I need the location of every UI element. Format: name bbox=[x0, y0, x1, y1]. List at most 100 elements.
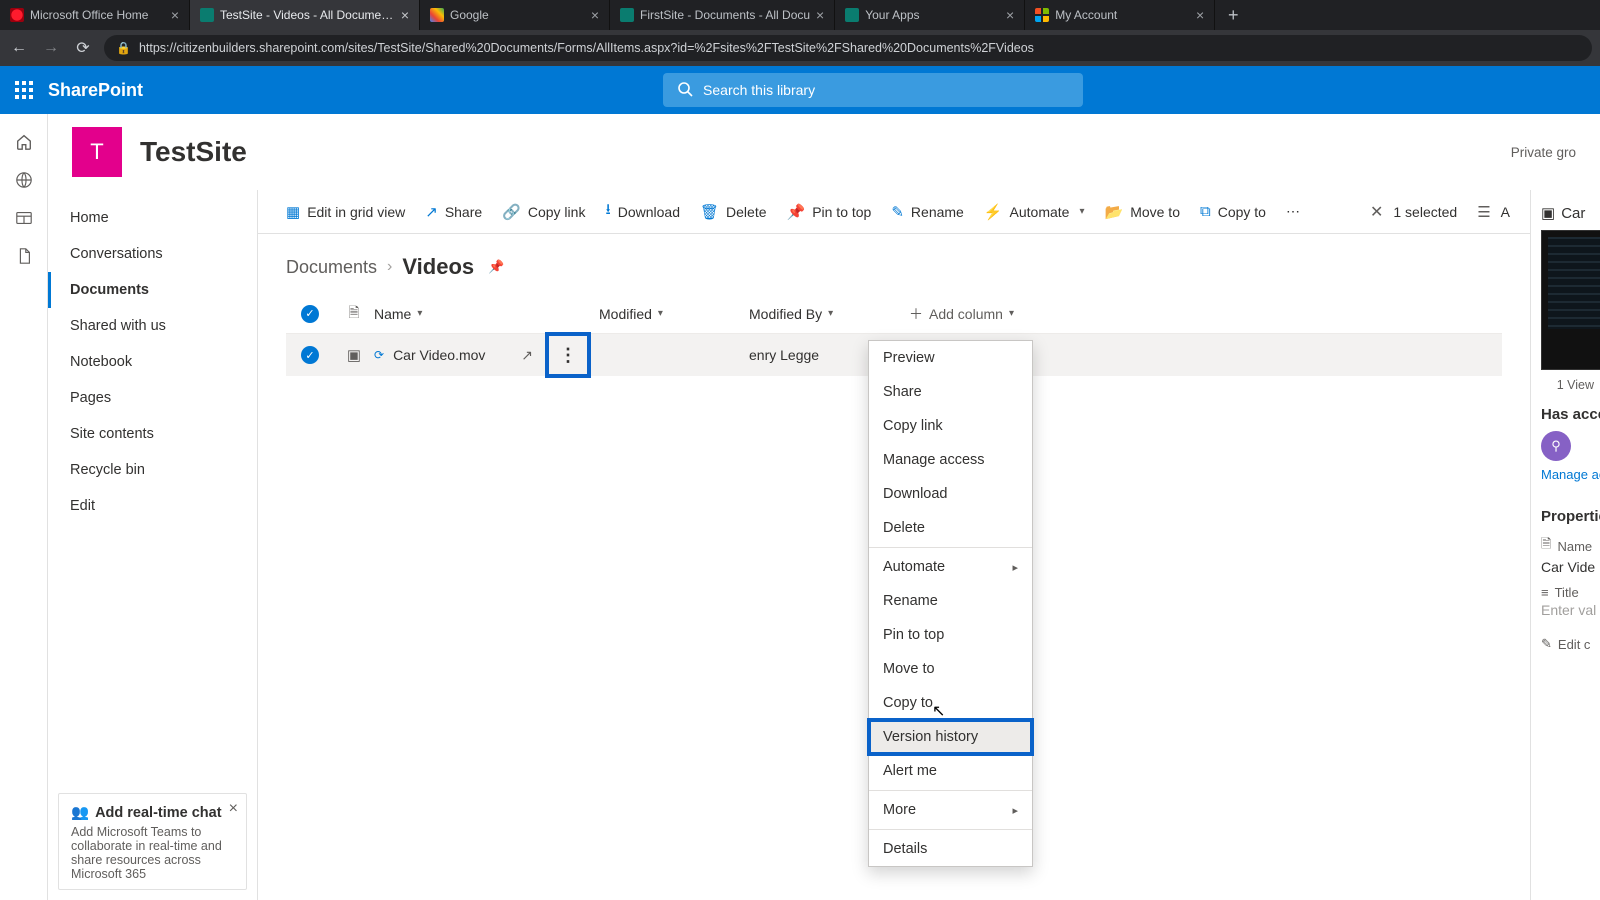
file-name[interactable]: Car Video.mov bbox=[393, 347, 485, 363]
clear-selection-button[interactable]: ✕ bbox=[1370, 202, 1383, 222]
nav-notebook[interactable]: Notebook bbox=[48, 344, 257, 380]
site-logo[interactable]: T bbox=[72, 127, 122, 177]
chevron-right-icon: ▸ bbox=[1012, 804, 1018, 817]
close-icon[interactable]: × bbox=[1006, 8, 1014, 22]
breadcrumb-leaf: Videos bbox=[402, 254, 474, 280]
waffle-icon bbox=[15, 81, 33, 99]
delete-button[interactable]: 🗑Delete bbox=[692, 197, 775, 227]
ctx-preview[interactable]: Preview bbox=[869, 341, 1032, 375]
prop-name-label: 🗎Name bbox=[1541, 535, 1594, 557]
close-icon[interactable]: × bbox=[816, 8, 824, 22]
row-more-button[interactable]: ⋮ bbox=[547, 334, 589, 376]
back-button[interactable]: ← bbox=[8, 39, 30, 57]
home-icon[interactable] bbox=[14, 132, 34, 152]
site-title[interactable]: TestSite bbox=[140, 136, 247, 168]
ctx-details[interactable]: Details bbox=[869, 832, 1032, 866]
browser-tab[interactable]: Your Apps × bbox=[835, 0, 1025, 30]
nav-conversations[interactable]: Conversations bbox=[48, 236, 257, 272]
sync-icon: ⟳ bbox=[374, 348, 384, 362]
reload-button[interactable]: ⟳ bbox=[72, 38, 94, 58]
has-access-heading: Has acce bbox=[1541, 406, 1594, 423]
video-file-icon: ▣ bbox=[347, 346, 361, 364]
avatar[interactable]: ⚲ bbox=[1541, 431, 1571, 461]
nav-recycle-bin[interactable]: Recycle bin bbox=[48, 452, 257, 488]
download-button[interactable]: ⭳Download bbox=[597, 193, 688, 230]
nav-pages[interactable]: Pages bbox=[48, 380, 257, 416]
all-views-label[interactable]: A bbox=[1501, 204, 1510, 220]
more-icon: ⋯ bbox=[1286, 203, 1300, 220]
column-modified[interactable]: Modified▾ bbox=[599, 306, 749, 322]
pin-button[interactable]: 📌Pin to top bbox=[779, 197, 880, 227]
files-icon[interactable] bbox=[14, 246, 34, 266]
add-column-button[interactable]: ＋Add column▾ bbox=[909, 304, 1069, 324]
suite-brand[interactable]: SharePoint bbox=[48, 80, 143, 101]
site-privacy: Private gro bbox=[1511, 145, 1576, 160]
ctx-move-to[interactable]: Move to bbox=[869, 652, 1032, 686]
close-icon[interactable]: × bbox=[401, 8, 409, 22]
details-thumbnail[interactable] bbox=[1541, 230, 1600, 370]
prop-title-input[interactable]: Enter val bbox=[1541, 602, 1594, 618]
forward-button[interactable]: → bbox=[40, 39, 62, 57]
copy-to-button[interactable]: ⧉Copy to bbox=[1192, 197, 1274, 226]
close-icon[interactable]: × bbox=[1196, 8, 1204, 22]
browser-tab[interactable]: Google × bbox=[420, 0, 610, 30]
manage-access-link[interactable]: Manage ac bbox=[1541, 467, 1594, 482]
ctx-pin-to-top[interactable]: Pin to top bbox=[869, 618, 1032, 652]
site-header: T TestSite Private gro bbox=[48, 114, 1600, 190]
nav-edit[interactable]: Edit bbox=[48, 488, 257, 524]
ctx-alert-me[interactable]: Alert me bbox=[869, 754, 1032, 788]
row-checkbox[interactable]: ✓ bbox=[301, 346, 319, 364]
url-field[interactable]: 🔒 https://citizenbuilders.sharepoint.com… bbox=[104, 35, 1592, 61]
filter-icon[interactable]: ☰ bbox=[1477, 203, 1490, 221]
prop-name-value[interactable]: Car Vide bbox=[1541, 559, 1594, 575]
move-to-button[interactable]: 📂Move to bbox=[1097, 197, 1189, 227]
ctx-rename[interactable]: Rename bbox=[869, 584, 1032, 618]
nav-documents[interactable]: Documents bbox=[48, 272, 257, 308]
details-file-name: ▣ Car bbox=[1541, 204, 1594, 222]
close-icon[interactable]: × bbox=[229, 800, 238, 818]
suite-search[interactable]: Search this library bbox=[663, 73, 1083, 107]
browser-tab-active[interactable]: TestSite - Videos - All Documents × bbox=[190, 0, 420, 30]
column-name[interactable]: Name▾ bbox=[374, 306, 599, 322]
app-launcher-button[interactable] bbox=[0, 66, 48, 114]
copy-link-button[interactable]: 🔗Copy link bbox=[494, 197, 593, 227]
rename-button[interactable]: ✎Rename bbox=[883, 197, 972, 227]
browser-tab[interactable]: FirstSite - Documents - All Docu × bbox=[610, 0, 835, 30]
nav-home[interactable]: Home bbox=[48, 200, 257, 236]
ctx-version-history[interactable]: Version history bbox=[869, 720, 1032, 754]
url-text: https://citizenbuilders.sharepoint.com/s… bbox=[139, 41, 1034, 55]
browser-tab[interactable]: Microsoft Office Home × bbox=[0, 0, 190, 30]
new-tab-button[interactable]: + bbox=[1215, 0, 1251, 30]
breadcrumb-root[interactable]: Documents bbox=[286, 257, 377, 278]
library-content: ▦Edit in grid view ↗Share 🔗Copy link ⭳Do… bbox=[258, 190, 1530, 900]
ctx-copy-link[interactable]: Copy link bbox=[869, 409, 1032, 443]
ctx-delete[interactable]: Delete bbox=[869, 511, 1032, 545]
file-type-icon: 🗎 bbox=[348, 302, 359, 326]
share-button[interactable]: ↗Share bbox=[417, 197, 490, 227]
column-modified-by[interactable]: Modified By▾ bbox=[749, 306, 909, 322]
close-icon[interactable]: × bbox=[171, 8, 179, 22]
download-icon: ⭳ bbox=[605, 199, 610, 224]
chevron-right-icon: ▸ bbox=[1012, 561, 1018, 574]
close-icon[interactable]: × bbox=[591, 8, 599, 22]
nav-shared-with-us[interactable]: Shared with us bbox=[48, 308, 257, 344]
edit-all-link[interactable]: ✎Edit c bbox=[1541, 636, 1594, 652]
ctx-download[interactable]: Download bbox=[869, 477, 1032, 511]
pin-icon[interactable]: 📌 bbox=[488, 259, 504, 275]
globe-icon[interactable] bbox=[14, 170, 34, 190]
nav-site-contents[interactable]: Site contents bbox=[48, 416, 257, 452]
ctx-manage-access[interactable]: Manage access bbox=[869, 443, 1032, 477]
google-icon bbox=[430, 8, 444, 22]
browser-tab[interactable]: My Account × bbox=[1025, 0, 1215, 30]
select-all-checkbox[interactable]: ✓ bbox=[301, 305, 319, 323]
ctx-automate[interactable]: Automate▸ bbox=[869, 550, 1032, 584]
ctx-copy-to[interactable]: Copy to bbox=[869, 686, 1032, 720]
share-icon[interactable]: ↗ bbox=[521, 347, 533, 364]
ctx-more[interactable]: More▸ bbox=[869, 793, 1032, 827]
news-icon[interactable] bbox=[14, 208, 34, 228]
chevron-down-icon: ▾ bbox=[658, 308, 663, 319]
overflow-button[interactable]: ⋯ bbox=[1278, 197, 1308, 226]
ctx-share[interactable]: Share bbox=[869, 375, 1032, 409]
edit-grid-button[interactable]: ▦Edit in grid view bbox=[278, 197, 413, 227]
automate-button[interactable]: ⚡Automate▾ bbox=[976, 197, 1093, 227]
